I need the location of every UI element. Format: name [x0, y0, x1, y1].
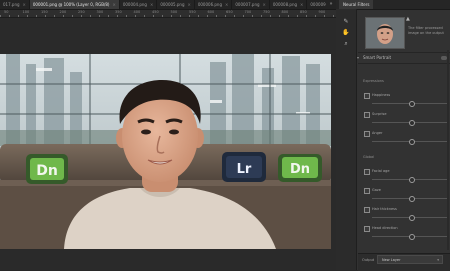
close-tab-icon[interactable]: ×	[187, 0, 190, 9]
ruler-label: 350	[115, 10, 122, 14]
filter-slider-row: Hair thickness	[363, 206, 448, 224]
portrait-photo: Dn Lr Dn	[0, 54, 331, 249]
chevron-down-icon[interactable]: ▾	[357, 55, 359, 61]
filter-checkbox[interactable]	[364, 93, 370, 99]
output-select[interactable]: New Layer ▾	[377, 255, 443, 264]
ruler-label: 900	[318, 10, 326, 14]
filter-slider-row: Happiness	[363, 92, 448, 110]
document-tab-label: 000004.png	[122, 2, 147, 7]
slider-knob[interactable]	[408, 139, 415, 145]
smart-portrait-title[interactable]: Smart Portrait	[363, 55, 391, 61]
ruler-label: 150	[41, 10, 48, 14]
document-tab[interactable]: 000007.png ×	[232, 0, 270, 9]
filter-label: Head direction	[372, 226, 398, 230]
ruler-label: 600	[207, 10, 215, 14]
filter-slider-row: Anger	[363, 130, 448, 148]
slider-knob[interactable]	[408, 101, 415, 107]
chevron-down-icon: ▾	[437, 258, 439, 262]
panel-divider	[358, 63, 450, 64]
filter-label: Happiness	[372, 93, 391, 97]
ruler-label: 700	[244, 10, 252, 14]
ruler-label: 100	[22, 10, 30, 14]
panel-divider	[358, 52, 450, 53]
document-tab-label: 000001.png @ 100% (Layer 0, RGB/8)	[32, 2, 110, 7]
close-tab-icon[interactable]: ×	[300, 0, 303, 9]
filter-slider-row: Head direction	[363, 225, 448, 243]
double-chevron-right-icon[interactable]: »	[326, 0, 336, 9]
document-tab[interactable]: 000008.png ×	[270, 0, 308, 9]
filter-group-label: Expressions	[363, 79, 384, 83]
close-tab-icon[interactable]: ×	[225, 0, 228, 9]
pillow-left-text: Dn	[36, 163, 58, 179]
ruler-label: 800	[281, 10, 289, 14]
ruler-label: 400	[133, 10, 141, 14]
brush-icon[interactable]: ✎	[342, 18, 350, 26]
document-tab-label: 000007.png	[235, 2, 260, 7]
document-tab-bar: 017.png × 000001.png @ 100% (Layer 0, RGB/…	[0, 0, 336, 10]
close-tab-icon[interactable]: ×	[150, 0, 153, 9]
zoom-icon[interactable]: ⌕	[342, 40, 350, 48]
document-image[interactable]: Dn Lr Dn	[0, 54, 331, 249]
filter-preview-thumbnail	[365, 17, 405, 49]
triangle-up-icon: ▲	[406, 16, 410, 22]
document-tab[interactable]: 000006.png ×	[195, 0, 233, 9]
hand-icon[interactable]: ✋	[342, 29, 350, 37]
output-select-value: New Layer	[382, 258, 401, 262]
ruler-label: 200	[59, 10, 67, 14]
ruler-label: 650	[226, 10, 233, 14]
document-tab-label: 017.png	[3, 2, 20, 7]
document-tab-label: 000005.png	[160, 2, 185, 7]
ruler-label: 850	[300, 10, 307, 14]
document-tab[interactable]: 017.png ×	[0, 0, 30, 9]
pillow-mid-text: Lr	[237, 162, 252, 177]
filter-label: Surprise	[372, 112, 387, 116]
filter-group-label: Global	[363, 155, 375, 159]
thumbnail-note: The filter processed image on the output	[408, 26, 444, 35]
close-tab-icon[interactable]: ×	[263, 0, 266, 9]
filter-checkbox[interactable]	[364, 207, 370, 213]
document-tab-label: 000006.png	[197, 2, 222, 7]
ruler-label: 750	[263, 10, 270, 14]
filter-checkbox[interactable]	[364, 226, 370, 232]
filter-label: Gaze	[372, 188, 381, 192]
document-tab[interactable]: 000001.png @ 100% (Layer 0, RGB/8) ×	[29, 0, 120, 9]
filter-checkbox[interactable]	[364, 131, 370, 137]
horizontal-ruler: 50 100 150 200 250 300 350 400 450 500 550 600 650 70…	[0, 10, 336, 18]
slider-knob[interactable]	[408, 234, 415, 240]
filter-slider-row: Facial age	[363, 168, 448, 186]
filter-label: Anger	[372, 131, 383, 135]
slider-knob[interactable]	[408, 120, 415, 126]
panel-title[interactable]: Neural Filters	[339, 0, 374, 9]
document-tab-label: 000008.png	[272, 2, 298, 7]
filter-checkbox[interactable]	[364, 112, 370, 118]
filter-slider-row: Surprise	[363, 111, 448, 129]
slider-knob[interactable]	[408, 215, 415, 221]
ruler-label: 500	[170, 10, 178, 14]
preview-face-image	[366, 18, 404, 48]
filter-label: Hair thickness	[372, 207, 397, 211]
filter-label: Facial age	[372, 169, 390, 173]
filter-checkbox[interactable]	[364, 169, 370, 175]
ruler-label: 550	[189, 10, 196, 14]
close-tab-icon[interactable]: ×	[112, 0, 115, 9]
ruler-label: 300	[96, 10, 104, 14]
output-label: Output	[362, 258, 375, 262]
document-tab[interactable]: 000005.png ×	[157, 0, 195, 9]
pillow-right-text: Dn	[290, 162, 310, 177]
panel-tool-strip	[336, 9, 357, 270]
panel-scrollbar[interactable]	[447, 50, 449, 250]
document-tab[interactable]: 000004.png ×	[120, 0, 158, 9]
filter-slider-row: Gaze	[363, 187, 448, 205]
close-tab-icon[interactable]: ×	[23, 0, 26, 9]
ruler-label: 50	[4, 10, 9, 14]
slider-knob[interactable]	[408, 196, 415, 202]
ruler-label: 450	[152, 10, 159, 14]
slider-knob[interactable]	[408, 177, 415, 183]
ruler-ticks	[0, 15, 336, 17]
ruler-label: 250	[78, 10, 85, 14]
filter-checkbox[interactable]	[364, 188, 370, 194]
